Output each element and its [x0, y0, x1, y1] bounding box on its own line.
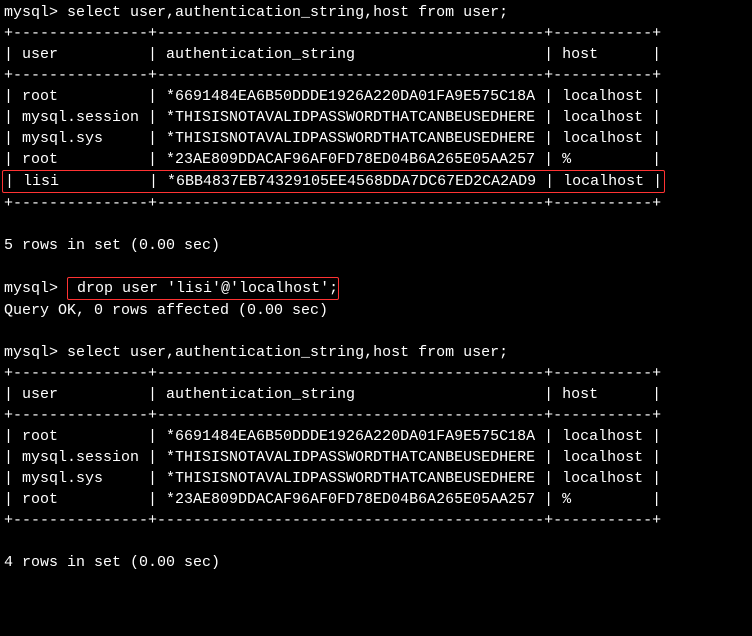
- table-separator: +---------------+-----------------------…: [4, 365, 661, 382]
- sql-query-1: select user,authentication_string,host f…: [67, 4, 508, 21]
- table-header: | user | authentication_string | host |: [4, 46, 661, 63]
- table-row-highlighted: | lisi | *6BB4837EB74329105EE4568DDA7DC6…: [2, 170, 665, 193]
- mysql-prompt: mysql>: [4, 4, 67, 21]
- mysql-prompt: mysql>: [4, 280, 67, 297]
- table-row: | mysql.session | *THISISNOTAVALIDPASSWO…: [4, 109, 661, 126]
- table-separator: +---------------+-----------------------…: [4, 67, 661, 84]
- table-separator: +---------------+-----------------------…: [4, 25, 661, 42]
- query-result: 5 rows in set (0.00 sec): [4, 237, 220, 254]
- query-result: Query OK, 0 rows affected (0.00 sec): [4, 302, 328, 319]
- table-header: | user | authentication_string | host |: [4, 386, 661, 403]
- query-result: 4 rows in set (0.00 sec): [4, 554, 220, 571]
- sql-query-2-highlighted: drop user 'lisi'@'localhost';: [67, 277, 339, 300]
- table-row: | root | *23AE809DDACAF96AF0FD78ED04B6A2…: [4, 151, 661, 168]
- table-separator: +---------------+-----------------------…: [4, 407, 661, 424]
- table-row: | mysql.sys | *THISISNOTAVALIDPASSWORDTH…: [4, 130, 661, 147]
- mysql-prompt: mysql>: [4, 344, 67, 361]
- table-row: | root | *23AE809DDACAF96AF0FD78ED04B6A2…: [4, 491, 661, 508]
- table-separator: +---------------+-----------------------…: [4, 195, 661, 212]
- table-separator: +---------------+-----------------------…: [4, 512, 661, 529]
- table-row: | mysql.sys | *THISISNOTAVALIDPASSWORDTH…: [4, 470, 661, 487]
- table-row: | root | *6691484EA6B50DDDE1926A220DA01F…: [4, 88, 661, 105]
- sql-query-3: select user,authentication_string,host f…: [67, 344, 508, 361]
- terminal-output: mysql> select user,authentication_string…: [4, 2, 748, 573]
- table-row: | mysql.session | *THISISNOTAVALIDPASSWO…: [4, 449, 661, 466]
- table-row: | root | *6691484EA6B50DDDE1926A220DA01F…: [4, 428, 661, 445]
